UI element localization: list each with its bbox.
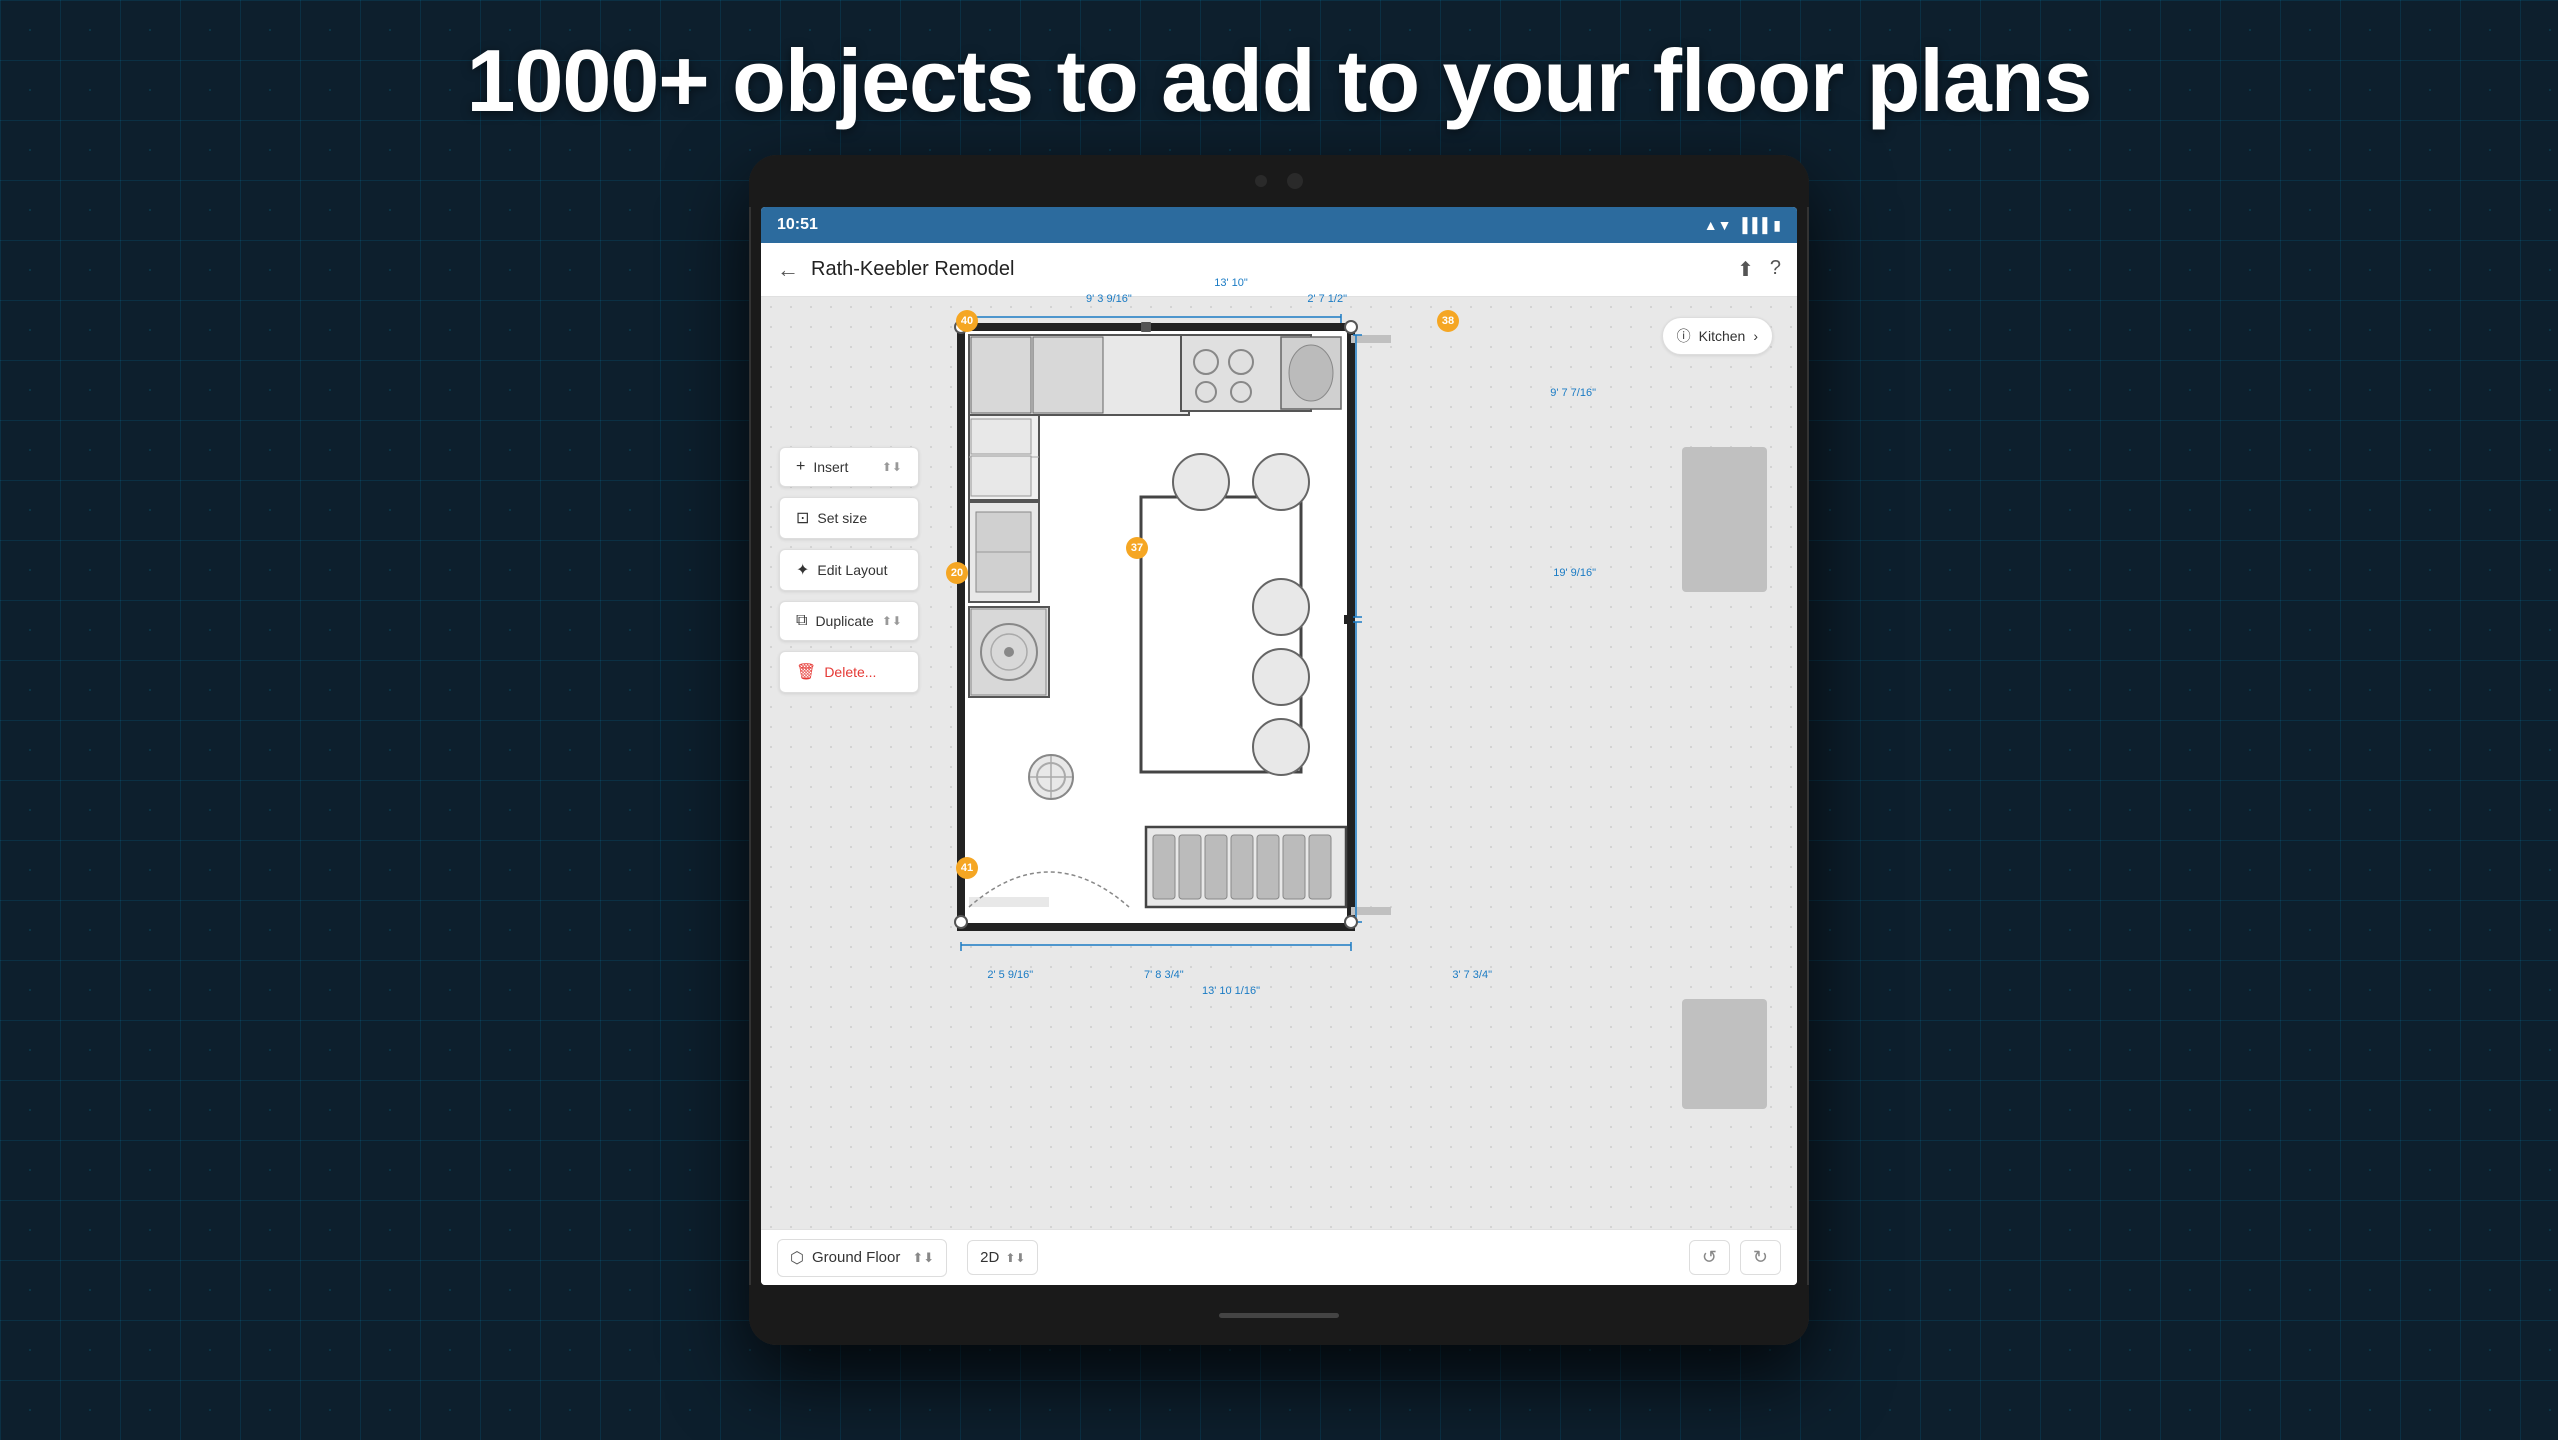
insert-icon: +	[796, 458, 805, 476]
main-canvas[interactable]: ⓘ Kitchen › + Insert ⬆⬇ ⊡ Set size ✦ Edi…	[761, 297, 1797, 1229]
floor-selector-arrows: ⬆⬇	[912, 1250, 934, 1266]
delete-button[interactable]: 🗑 Delete...	[779, 651, 919, 693]
status-icons: ▲▼ ▐▐▐ ▮	[1704, 217, 1781, 234]
wifi-icon: ▲▼	[1704, 217, 1732, 233]
edit-layout-icon: ✦	[796, 560, 809, 580]
badge-38: 38	[1437, 310, 1459, 332]
dim-bottom-left: 2' 5 9/16"	[987, 969, 1033, 981]
camera-dot-large	[1287, 173, 1303, 189]
status-time: 10:51	[777, 216, 818, 234]
kitchen-label-text: Kitchen	[1699, 328, 1746, 344]
dim-bottom-right: 3' 7 3/4"	[1452, 969, 1492, 981]
floor-selector-icon: ⬡	[790, 1248, 804, 1268]
duplicate-arrows: ⬆⬇	[882, 614, 902, 628]
badge-41: 41	[956, 857, 978, 879]
kitchen-label[interactable]: ⓘ Kitchen ›	[1662, 317, 1773, 355]
dim-top-left: 9' 3 9/16"	[1086, 293, 1132, 305]
signal-icon: ▐▐▐	[1738, 217, 1768, 233]
home-indicator	[1219, 1313, 1339, 1318]
redo-button[interactable]: ↻	[1740, 1240, 1781, 1275]
dim-bottom-total: 13' 10 1/16"	[1202, 985, 1260, 997]
app-header: ← Rath-Keebler Remodel ⬆ ?	[761, 243, 1797, 297]
tablet-screen: 10:51 ▲▼ ▐▐▐ ▮ ← Rath-Keebler Remodel ⬆ …	[761, 207, 1797, 1285]
floor-name: Ground Floor	[812, 1249, 900, 1266]
camera-dot-small	[1255, 175, 1267, 187]
duplicate-label: Duplicate	[815, 613, 873, 629]
battery-icon: ▮	[1773, 217, 1781, 234]
set-size-icon: ⊡	[796, 508, 809, 528]
help-button[interactable]: ?	[1770, 257, 1781, 282]
badge-40: 40	[956, 310, 978, 332]
kitchen-info-icon: ⓘ	[1677, 326, 1691, 346]
app-title: Rath-Keebler Remodel	[811, 258, 1725, 281]
floor-selector[interactable]: ⬡ Ground Floor ⬆⬇	[777, 1239, 947, 1277]
undo-redo-group: ↺ ↻	[1689, 1240, 1781, 1275]
dim-top-total: 13' 10"	[1214, 277, 1248, 289]
header-icons: ⬆ ?	[1737, 257, 1781, 282]
edit-layout-button[interactable]: ✦ Edit Layout	[779, 549, 919, 591]
undo-button[interactable]: ↺	[1689, 1240, 1730, 1275]
page-headline: 1000+ objects to add to your floor plans	[0, 30, 2558, 132]
insert-arrows: ⬆⬇	[882, 460, 902, 474]
insert-label: Insert	[813, 459, 848, 475]
dim-bottom-middle: 7' 8 3/4"	[1144, 969, 1184, 981]
back-button[interactable]: ←	[777, 257, 799, 283]
tablet-bottom-bar	[749, 1285, 1809, 1345]
set-size-button[interactable]: ⊡ Set size	[779, 497, 919, 539]
dim-right-bottom: 19' 9/16"	[1553, 567, 1596, 579]
badge-20: 20	[946, 562, 968, 584]
delete-icon: 🗑	[796, 662, 816, 682]
bottom-bar: ⬡ Ground Floor ⬆⬇ 2D ⬆⬇ ↺ ↻	[761, 1229, 1797, 1285]
delete-label: Delete...	[824, 664, 876, 680]
floor-plan[interactable]: 13' 10" 9' 3 9/16" 2' 7 1/2" 40 38 37 41…	[941, 307, 1521, 967]
view-mode-arrows: ⬆⬇	[1005, 1251, 1025, 1265]
dim-top-right: 2' 7 1/2"	[1307, 293, 1347, 305]
view-mode-label: 2D	[980, 1249, 999, 1266]
badge-37: 37	[1126, 537, 1148, 559]
tablet-frame: 10:51 ▲▼ ▐▐▐ ▮ ← Rath-Keebler Remodel ⬆ …	[749, 155, 1809, 1345]
status-bar: 10:51 ▲▼ ▐▐▐ ▮	[761, 207, 1797, 243]
share-button[interactable]: ⬆	[1737, 257, 1754, 282]
insert-button[interactable]: + Insert ⬆⬇	[779, 447, 919, 487]
view-mode-selector[interactable]: 2D ⬆⬇	[967, 1240, 1038, 1275]
dim-right-top: 9' 7 7/16"	[1550, 387, 1596, 399]
kitchen-arrow-icon: ›	[1753, 328, 1758, 344]
duplicate-icon: ⧉	[796, 612, 807, 630]
duplicate-button[interactable]: ⧉ Duplicate ⬆⬇	[779, 601, 919, 641]
right-shadow-top	[1682, 447, 1767, 592]
edit-layout-label: Edit Layout	[817, 562, 887, 578]
floor-plan-svg	[941, 307, 1521, 967]
set-size-label: Set size	[817, 510, 867, 526]
tablet-camera-bar	[749, 155, 1809, 207]
right-shadow-bottom	[1682, 999, 1767, 1109]
left-toolbar: + Insert ⬆⬇ ⊡ Set size ✦ Edit Layout ⧉ D…	[779, 447, 919, 693]
